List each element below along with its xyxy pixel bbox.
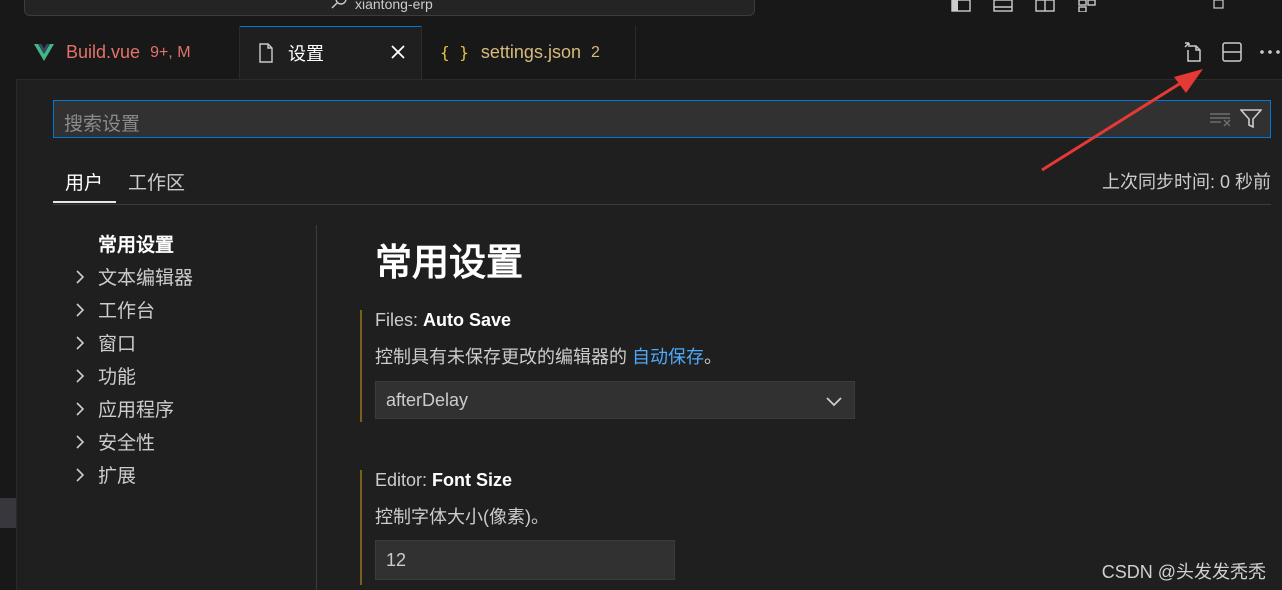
toc-item-label: 安全性 [98,433,156,454]
editor-tab-bar: Build.vue 9+, M 设置 { } settings.json 2 [16,26,1282,80]
toggle-panel-icon[interactable] [992,0,1014,12]
setting-label: Files: Auto Save [375,310,511,331]
tab-workspace[interactable]: 工作区 [128,168,185,195]
filter-icon[interactable] [1240,109,1262,129]
setting-category: Editor: [375,470,433,490]
command-center[interactable]: xiantong-erp [24,0,755,16]
chevron-right-icon [76,368,85,383]
auto-save-select[interactable]: afterDelay [375,381,855,419]
activity-bar-selected-item[interactable] [0,498,16,528]
setting-description: 控制字体大小(像素)。 [375,507,549,527]
toggle-primary-sidebar-icon[interactable] [950,0,972,12]
title-bar: xiantong-erp [0,0,1282,26]
toc-item-window[interactable]: 窗口 [70,329,136,356]
settings-scope-tabs: 用户 工作区 上次同步时间: 0 秒前 [53,160,1271,205]
clear-search-filter-icon[interactable] [1210,111,1232,127]
search-placeholder: 搜索设置 [64,114,141,135]
toc-item-label: 文本编辑器 [98,268,194,289]
settings-search-box[interactable]: 搜索设置 [53,100,1271,138]
close-icon[interactable] [388,42,408,62]
toc-item-label: 窗口 [98,334,137,355]
input-value: 12 [386,550,407,570]
font-size-input[interactable]: 12 [375,540,675,580]
editor-actions [1182,40,1282,64]
tab-label: Build.vue [66,42,141,62]
setting-files-auto-save: Files: Auto Save 控制具有未保存更改的编辑器的 自动保存。 af… [360,310,1262,422]
tab-settings[interactable]: 设置 [240,26,422,79]
split-editor-icon[interactable] [1220,40,1244,64]
activity-bar [0,26,17,590]
select-value: afterDelay [386,390,469,410]
restore-window-icon[interactable] [1208,0,1230,12]
chevron-right-icon [76,269,85,284]
toc-item-common[interactable]: 常用设置 [98,230,174,257]
chevron-right-icon [76,434,85,449]
toc-item-extensions[interactable]: 扩展 [70,461,136,488]
tab-problems-badge: 9+, M [150,43,191,61]
section-title: 常用设置 [375,242,523,283]
active-tab-indicator [53,201,116,203]
vue-logo-icon [34,43,54,61]
setting-name: Auto Save [423,310,512,330]
toc-item-label: 应用程序 [98,400,175,421]
chevron-right-icon [76,302,85,317]
watermark: CSDN @头发发秃秃 [1101,562,1266,582]
json-braces-icon: { } [440,43,469,62]
tab-problems-badge: 2 [590,43,600,61]
toggle-secondary-sidebar-icon[interactable] [1034,0,1056,12]
sync-status: 上次同步时间: 0 秒前 [1101,172,1271,192]
file-icon [259,43,273,63]
toc-item-security[interactable]: 安全性 [70,428,155,455]
toc-item-workbench[interactable]: 工作台 [70,296,155,323]
toc-item-text-editor[interactable]: 文本编辑器 [70,263,193,290]
description-text: 控制具有未保存更改的编辑器的 [375,347,632,367]
tab-label: 设置 [288,44,324,64]
tab-settings-json[interactable]: { } settings.json 2 [422,26,636,79]
chevron-right-icon [76,467,85,482]
chevron-right-icon [76,335,85,350]
setting-name: Font Size [432,470,513,490]
chevron-down-icon [826,397,842,407]
tab-label: settings.json [480,42,581,62]
toc-item-application[interactable]: 应用程序 [70,395,174,422]
setting-label: Editor: Font Size [375,470,512,491]
toc-item-label: 工作台 [98,301,156,322]
chevron-right-icon [76,401,85,416]
setting-description: 控制具有未保存更改的编辑器的 自动保存。 [375,343,722,369]
search-icon [330,0,350,15]
tab-user[interactable]: 用户 [65,168,103,195]
customize-layout-icon[interactable] [1076,0,1098,12]
toc-item-label: 扩展 [98,466,137,487]
auto-save-link[interactable]: 自动保存 [632,347,704,367]
setting-category: Files: [375,310,424,330]
toc-item-label: 功能 [98,367,137,388]
layout-controls [950,0,1230,12]
toc-item-features[interactable]: 功能 [70,362,136,389]
settings-toc: 常用设置 文本编辑器 工作台 窗口 功能 应用程序 安全性 扩展 [70,225,317,590]
description-suffix: 。 [704,347,722,367]
vscode-window: xiantong-erp Build.vue 9+, M 设置 {} sett… [0,0,1282,590]
more-actions-icon[interactable] [1258,40,1282,64]
tab-build-vue[interactable]: Build.vue 9+, M [16,26,240,79]
command-center-label: xiantong-erp [355,0,433,12]
open-settings-json-icon[interactable] [1182,40,1206,64]
